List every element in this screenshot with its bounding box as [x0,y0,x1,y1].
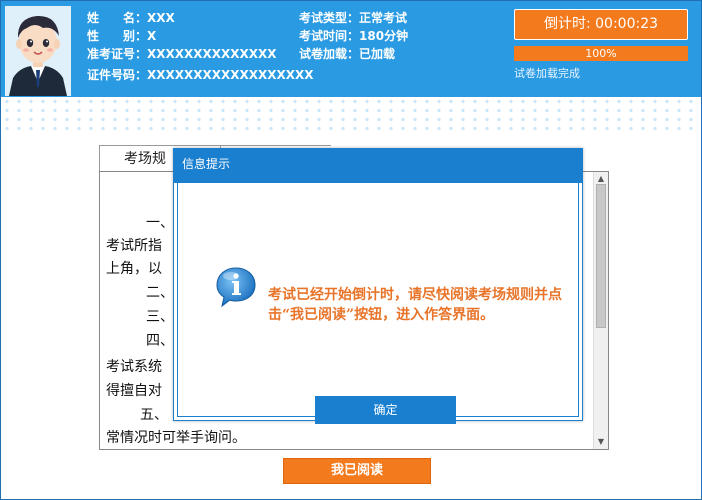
id-value: XXXXXXXXXXXXXXXXXX [147,68,314,82]
load-status-text: 试卷加载完成 [514,67,580,80]
scroll-down-icon[interactable]: ▼ [594,435,608,449]
rules-line: 一、 [146,215,174,231]
rules-line: 四、 [146,333,174,349]
exam-time-row: 考试时间：180分钟 [299,28,408,44]
gender-value: X [147,29,157,43]
exam-time-value: 180分钟 [359,29,409,43]
exam-window: 姓 名：XXX 性 别：X 准考证号：XXXXXXXXXXXXXX 证件号码：X… [0,0,702,500]
dialog-body: 考试已经开始倒计时，请尽快阅读考场规则并点击“我已阅读”按钮，进入作答界面。 确… [177,183,579,424]
dialog-message: 考试已经开始倒计时，请尽快阅读考场规则并点击“我已阅读”按钮，进入作答界面。 [268,287,562,323]
i-have-read-button[interactable]: 我已阅读 [283,458,431,484]
rules-line: 考试所指 [106,238,162,254]
admission-value: XXXXXXXXXXXXXX [147,47,277,61]
avatar-illustration [5,6,71,96]
rules-line: 考试系统 [106,359,162,375]
gender-row: 性 别：X [87,28,156,44]
id-label: 证件号码： [87,68,148,82]
rules-line: 二、 [146,285,174,301]
name-label: 姓 名： [87,11,148,25]
admission-row: 准考证号：XXXXXXXXXXXXXX [87,46,277,62]
candidate-header: 姓 名：XXX 性 别：X 准考证号：XXXXXXXXXXXXXX 证件号码：X… [1,1,701,97]
rules-line: 得擅自对 [106,383,162,399]
info-icon [216,267,256,308]
dialog-title: 信息提示 [182,157,231,171]
scroll-thumb[interactable] [596,184,606,328]
id-row: 证件号码：XXXXXXXXXXXXXXXXXX [87,67,314,83]
exam-type-label: 考试类型： [299,11,360,25]
ok-button[interactable]: 确定 [315,396,456,424]
avatar [5,6,71,96]
load-progress-text: 100% [585,47,617,60]
name-value: XXX [147,11,175,25]
rules-line: 上角，以 [106,261,162,277]
countdown-timer: 倒计时: 00:00:23 [514,9,688,40]
rules-scrollbar[interactable]: ▲ ▼ [593,172,608,449]
dialog-titlebar: 信息提示 [174,149,582,183]
paper-load-value: 已加载 [359,47,396,61]
header-pattern [1,97,701,133]
admission-label: 准考证号： [87,47,148,61]
rules-line: 五、 [140,407,168,423]
paper-load-label: 试卷加载： [299,47,360,61]
rules-line: 常情况时可举手询问。 [106,430,246,446]
exam-time-label: 考试时间： [299,29,360,43]
paper-load-row: 试卷加载：已加载 [299,46,395,62]
rules-line: 三、 [146,309,174,325]
name-row: 姓 名：XXX [87,10,175,26]
exam-type-value: 正常考试 [359,11,408,25]
gender-label: 性 别： [87,29,148,43]
info-dialog: 信息提示 考试已经开始倒计时，请尽快阅读考场规则并点击“我已阅读”按钮，进入作答… [173,148,583,424]
load-progress-bar: 100% [514,46,688,61]
exam-type-row: 考试类型：正常考试 [299,10,407,26]
